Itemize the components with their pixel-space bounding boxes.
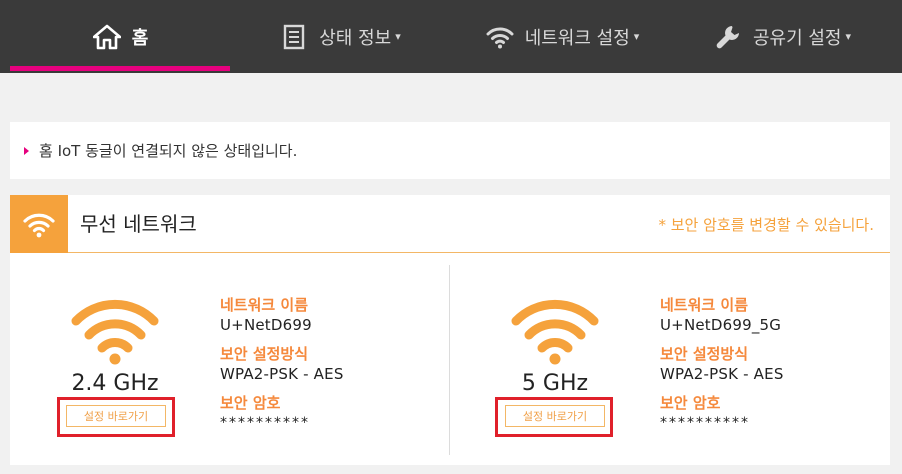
nav-tab-label: 공유기 설정 <box>752 27 842 49</box>
highlight-box <box>57 397 175 437</box>
nav-tab-label: 상태 정보 <box>319 27 392 49</box>
wireless-network-panel: 무선 네트워크 * 보안 암호를 변경할 수 있습니다. 2.4 GHz 설정 … <box>10 195 890 465</box>
chevron-down-icon: ▾ <box>633 30 640 43</box>
nav-tab-status-info[interactable]: 상태 정보 ▾ <box>230 0 450 73</box>
password-value: ********** <box>660 415 750 431</box>
network-name-value: U+NetD699 <box>220 316 312 334</box>
security-method-value: WPA2-PSK - AES <box>660 365 784 383</box>
active-tab-indicator <box>10 66 230 71</box>
password-value: ********** <box>220 415 310 431</box>
panel-title: 무선 네트워크 <box>80 212 197 236</box>
wifi-icon <box>485 22 515 52</box>
wifi-icon <box>10 195 68 253</box>
security-method-label: 보안 설정방식 <box>660 345 749 363</box>
top-navigation: 홈 상태 정보 ▾ 네트워크 설정 ▾ 공유기 설정 ▾ <box>0 0 902 73</box>
wifi-signal-icon <box>511 299 599 365</box>
bullet-triangle-icon <box>24 146 29 155</box>
nav-tab-router-settings[interactable]: 공유기 설정 ▾ <box>672 0 892 73</box>
nav-tab-label: 홈 <box>131 27 149 49</box>
document-icon <box>279 22 309 52</box>
home-icon <box>92 22 122 52</box>
password-label: 보안 암호 <box>660 394 721 412</box>
band-info: 네트워크 이름 U+NetD699 보안 설정방식 WPA2-PSK - AES… <box>220 295 344 442</box>
network-name-label: 네트워크 이름 <box>660 296 749 314</box>
panel-header: 무선 네트워크 * 보안 암호를 변경할 수 있습니다. <box>10 195 890 253</box>
password-label: 보안 암호 <box>220 394 281 412</box>
iot-notice-bar: 홈 IoT 동글이 연결되지 않은 상태입니다. <box>10 122 890 179</box>
nav-tab-label: 네트워크 설정 <box>524 27 630 49</box>
chevron-down-icon: ▾ <box>395 30 401 43</box>
band-frequency: 2.4 GHz <box>71 371 159 396</box>
band-5ghz: 5 GHz 설정 바로가기 네트워크 이름 U+NetD699_5G 보안 설정… <box>450 253 890 465</box>
network-name-value: U+NetD699_5G <box>660 316 782 334</box>
notice-text: 홈 IoT 동글이 연결되지 않은 상태입니다. <box>39 142 298 160</box>
network-name-label: 네트워크 이름 <box>220 296 309 314</box>
band-frequency: 5 GHz <box>521 371 589 396</box>
band-2-4ghz: 2.4 GHz 설정 바로가기 네트워크 이름 U+NetD699 보안 설정방… <box>10 253 450 465</box>
security-method-label: 보안 설정방식 <box>220 345 309 363</box>
security-method-value: WPA2-PSK - AES <box>220 365 344 383</box>
nav-tab-home[interactable]: 홈 <box>10 0 230 73</box>
wrench-icon <box>713 22 743 52</box>
band-info: 네트워크 이름 U+NetD699_5G 보안 설정방식 WPA2-PSK - … <box>660 295 784 442</box>
chevron-down-icon: ▾ <box>845 30 852 43</box>
nav-tab-network-settings[interactable]: 네트워크 설정 ▾ <box>452 0 672 73</box>
password-change-note: * 보안 암호를 변경할 수 있습니다. <box>658 216 874 234</box>
highlight-box <box>495 397 613 437</box>
wifi-signal-icon <box>71 299 159 365</box>
